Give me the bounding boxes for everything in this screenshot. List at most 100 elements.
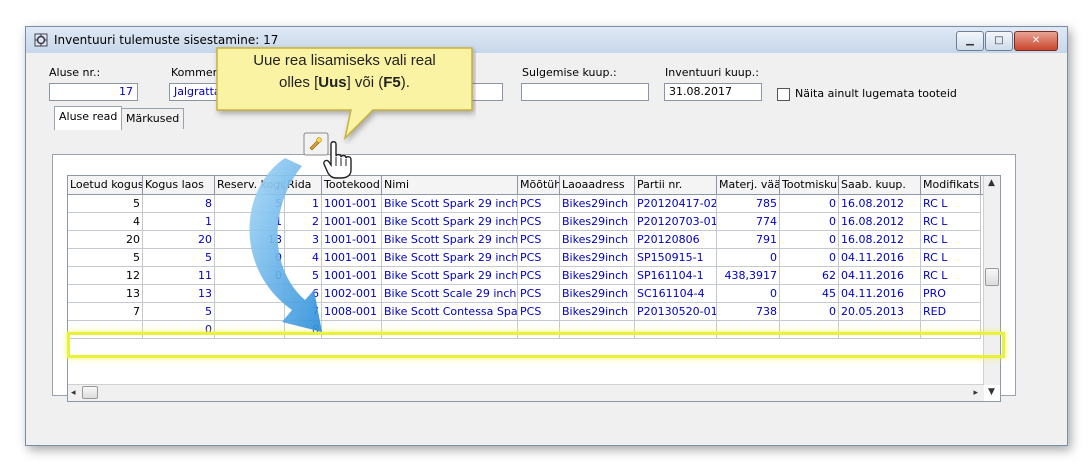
table-cell[interactable] — [635, 321, 717, 339]
table-cell[interactable]: RC L — [921, 231, 981, 249]
table-cell[interactable]: 20 — [143, 231, 215, 249]
base-nr-field[interactable]: 17 — [49, 83, 138, 101]
vertical-scrollbar[interactable]: ▲ ▼ — [983, 176, 1000, 397]
table-cell[interactable]: RED — [921, 303, 981, 321]
column-header[interactable]: Saab. kuup. — [839, 176, 921, 194]
scroll-right-icon[interactable]: ▸ — [973, 388, 978, 398]
table-cell[interactable]: Bikes29inch — [560, 267, 635, 285]
column-header[interactable]: Modifikatsioon — [921, 176, 981, 194]
table-cell[interactable]: RC L — [921, 267, 981, 285]
table-cell[interactable]: 5 — [68, 249, 143, 267]
table-cell[interactable] — [780, 321, 839, 339]
table-cell[interactable]: 13 — [143, 285, 215, 303]
table-cell[interactable]: Bike Scott Scale 29 inch — [382, 285, 518, 303]
table-cell[interactable]: 791 — [717, 231, 780, 249]
column-header[interactable]: Kogus laos — [143, 176, 215, 194]
table-cell[interactable]: 438,3917 — [717, 267, 780, 285]
table-cell[interactable]: 1 — [143, 213, 215, 231]
table-cell[interactable]: 04.11.2016 — [839, 267, 921, 285]
table-cell[interactable] — [518, 321, 560, 339]
column-header[interactable]: Nimi — [382, 176, 518, 194]
table-cell[interactable]: RC L — [921, 249, 981, 267]
table-cell[interactable]: 0 — [143, 321, 215, 339]
table-cell[interactable]: Bike Scott Contessa Spar — [382, 303, 518, 321]
table-cell[interactable]: PCS — [518, 213, 560, 231]
table-cell[interactable]: Bikes29inch — [560, 195, 635, 213]
table-cell[interactable]: PCS — [518, 267, 560, 285]
scroll-down-icon[interactable]: ▼ — [988, 387, 995, 397]
table-cell[interactable]: P20120417-02 — [635, 195, 717, 213]
table-cell[interactable]: 45 — [780, 285, 839, 303]
table-cell[interactable]: SP150915-1 — [635, 249, 717, 267]
table-cell[interactable]: 5 — [143, 303, 215, 321]
table-cell[interactable]: P20130520-01 — [635, 303, 717, 321]
table-cell[interactable] — [839, 321, 921, 339]
table-row[interactable]: 20201331001-001Bike Scott Spark 29 inchP… — [68, 231, 981, 249]
table-cell[interactable]: 04.11.2016 — [839, 249, 921, 267]
maximize-button[interactable]: □ — [985, 31, 1013, 51]
horizontal-scrollbar[interactable]: ◂ ▸ — [68, 384, 984, 401]
tab-aluse-read[interactable]: Aluse read — [54, 106, 123, 130]
table-cell[interactable]: 20.05.2013 — [839, 303, 921, 321]
table-cell[interactable]: 16.08.2012 — [839, 231, 921, 249]
scroll-up-icon[interactable]: ▲ — [988, 178, 995, 188]
inventory-date-field[interactable]: 31.08.2017 — [664, 83, 762, 101]
minimize-button[interactable]: ▁ — [956, 31, 984, 51]
table-cell[interactable]: 20 — [68, 231, 143, 249]
table-cell[interactable]: Bikes29inch — [560, 285, 635, 303]
table-cell[interactable]: 785 — [717, 195, 780, 213]
table-cell[interactable]: Bike Scott Spark 29 inch — [382, 213, 518, 231]
table-cell[interactable]: P20120703-01 — [635, 213, 717, 231]
table-cell[interactable]: 5 — [143, 249, 215, 267]
table-cell[interactable]: Bike Scott Spark 29 inch — [382, 195, 518, 213]
table-cell[interactable]: 16.08.2012 — [839, 195, 921, 213]
table-cell[interactable]: 0 — [780, 213, 839, 231]
table-cell[interactable]: 0 — [717, 249, 780, 267]
column-header[interactable]: Mõõtühik — [518, 176, 560, 194]
table-cell[interactable]: 0 — [780, 303, 839, 321]
table-row[interactable]: 13 13 6 1002-001 Bike Scott Scale 29 inch PCS… — [68, 285, 981, 303]
table-cell[interactable] — [68, 321, 143, 339]
table-row[interactable]: 55041001-001Bike Scott Spark 29 inchPCSB… — [68, 249, 981, 267]
table-cell[interactable]: 8 — [143, 195, 215, 213]
table-cell[interactable]: 0 — [780, 249, 839, 267]
table-cell[interactable]: Bikes29inch — [560, 303, 635, 321]
table-row[interactable]: 4 1 1 2 1001-001 Bike Scott Spark 29 inch PCS B… — [68, 213, 981, 231]
table-row[interactable]: 08 — [68, 321, 981, 339]
table-cell[interactable]: PCS — [518, 195, 560, 213]
table-cell[interactable]: PCS — [518, 303, 560, 321]
table-cell[interactable]: 774 — [717, 213, 780, 231]
table-cell[interactable] — [717, 321, 780, 339]
table-cell[interactable]: Bikes29inch — [560, 249, 635, 267]
table-cell[interactable]: Bikes29inch — [560, 213, 635, 231]
table-cell[interactable]: RC L — [921, 195, 981, 213]
table-cell[interactable]: P20120806 — [635, 231, 717, 249]
table-cell[interactable]: RC L — [921, 213, 981, 231]
horizontal-scroll-thumb[interactable] — [82, 386, 98, 399]
table-cell[interactable]: 0 — [780, 231, 839, 249]
scroll-left-icon[interactable]: ◂ — [71, 388, 76, 398]
closing-date-field[interactable] — [521, 83, 649, 101]
column-header[interactable]: Tootmiskulu — [780, 176, 839, 194]
table-cell[interactable]: PRO — [921, 285, 981, 303]
table-cell[interactable]: 13 — [68, 285, 143, 303]
table-cell[interactable]: 12 — [68, 267, 143, 285]
table-cell[interactable]: Bikes29inch — [560, 231, 635, 249]
table-row[interactable]: 58511001-001Bike Scott Spark 29 inchPCSB… — [68, 195, 981, 213]
table-cell[interactable]: Bike Scott Spark 29 inch — [382, 249, 518, 267]
table-cell[interactable]: 0 — [780, 195, 839, 213]
table-cell[interactable]: 738 — [717, 303, 780, 321]
table-cell[interactable]: 16.08.2012 — [839, 213, 921, 231]
table-cell[interactable]: 7 — [68, 303, 143, 321]
close-button[interactable]: ✕ — [1014, 31, 1058, 51]
table-cell[interactable]: 5 — [68, 195, 143, 213]
show-unread-checkbox[interactable] — [777, 88, 790, 101]
table-cell[interactable] — [382, 321, 518, 339]
table-cell[interactable]: SP161104-1 — [635, 267, 717, 285]
table-cell[interactable]: 04.11.2016 — [839, 285, 921, 303]
table-cell[interactable]: PCS — [518, 231, 560, 249]
table-cell[interactable]: 62 — [780, 267, 839, 285]
table-cell[interactable] — [921, 321, 981, 339]
column-header[interactable]: Laoaadress — [560, 176, 635, 194]
table-cell[interactable]: SC161104-4 — [635, 285, 717, 303]
